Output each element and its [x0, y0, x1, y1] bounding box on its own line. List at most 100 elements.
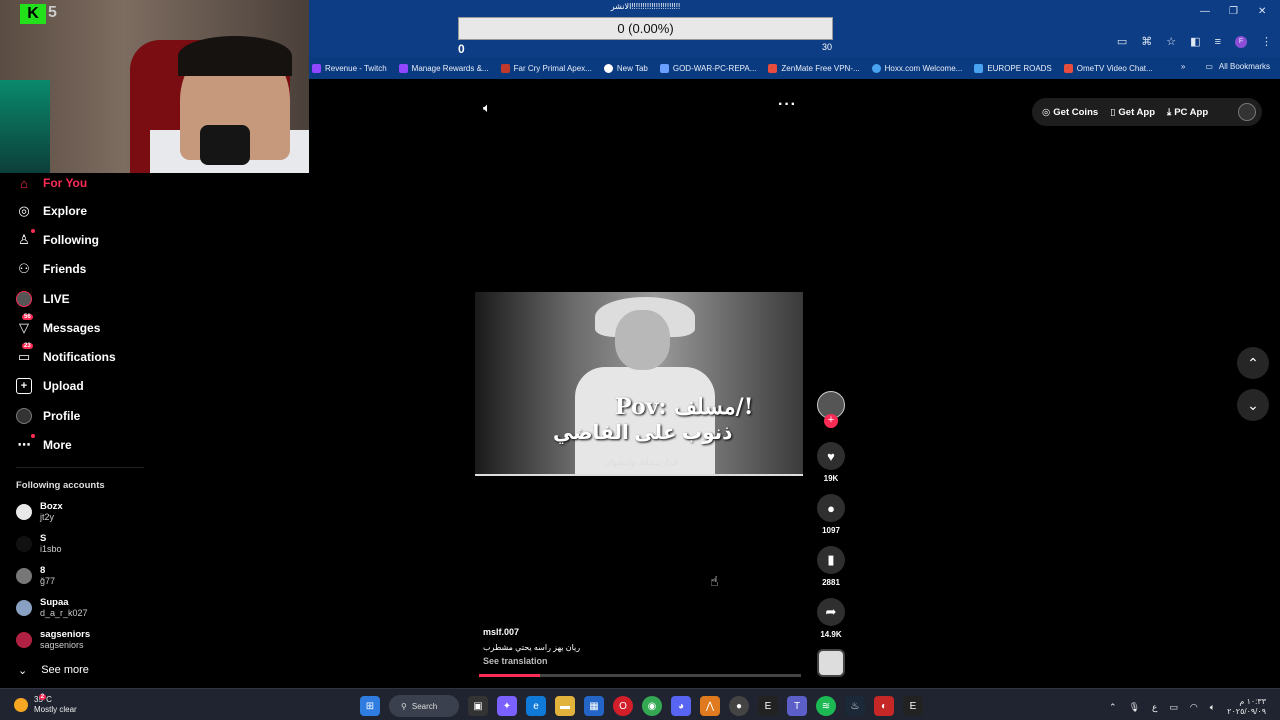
video-caption-small: الدار بيـمانك والنشوان [605, 458, 678, 467]
folder-icon: ▭ [1205, 62, 1213, 71]
cast-icon[interactable]: ▭ [1117, 35, 1127, 48]
next-video-button[interactable]: ⌄ [1237, 389, 1269, 421]
account-item[interactable]: Supaa d_a_r_k027 [16, 597, 88, 619]
language-indicator[interactable]: ع [1152, 702, 1157, 713]
account-name: Bozx [40, 501, 63, 512]
speaker-icon[interactable]: 🔈︎ [1210, 702, 1215, 713]
taskbar-apps: ⊞ ⚲ Search ▣ ✦ e ▬ ▦ O ◉ ◕ ⋀ ● E T ≋ ♨ ◐ … [360, 695, 923, 717]
epic-games-icon[interactable]: E [758, 696, 778, 716]
weather-widget[interactable]: 35°C Mostly clear 2 [14, 694, 90, 715]
video-caption-pov: Pov: مسلف/! [615, 394, 754, 420]
see-translation-link[interactable]: See translation [483, 656, 548, 666]
clock[interactable]: ١٠:٣٣ م ٢٠٢٥/٠٩/٠٩ [1227, 697, 1266, 717]
wifi-icon[interactable]: ◠ [1190, 702, 1198, 713]
save-button[interactable]: ▮ 2881 [816, 546, 846, 587]
kebab-menu-icon[interactable]: ⋮ [1261, 35, 1272, 48]
spotify-icon[interactable]: ≋ [816, 696, 836, 716]
app-icon[interactable]: ⋀ [700, 696, 720, 716]
all-bookmarks-link[interactable]: All Bookmarks [1219, 62, 1270, 71]
share-count: 14.9K [820, 630, 842, 639]
chrome-icon[interactable]: ◉ [642, 696, 662, 716]
opera-icon[interactable]: O [613, 696, 633, 716]
get-coins-button[interactable]: ◎ Get Coins [1042, 107, 1098, 118]
media-icon[interactable]: ≡ [1215, 36, 1221, 48]
bookmark-2[interactable]: Far Cry Primal Apex... [500, 63, 592, 73]
extensions-icon[interactable]: ◧ [1190, 35, 1200, 48]
get-app-button[interactable]: ▯ Get App [1110, 107, 1155, 118]
sidebar-item-upload[interactable]: + Upload [16, 378, 84, 394]
see-more-button[interactable]: ⌄ See more [18, 664, 89, 677]
steam-icon[interactable]: ♨ [845, 696, 865, 716]
store-icon[interactable]: ▦ [584, 696, 604, 716]
account-item[interactable]: 8 ğ77 [16, 565, 55, 587]
sidebar-item-notifications[interactable]: ▭ 23 Notifications [16, 343, 116, 365]
hand-cursor-icon: ☝ [710, 573, 719, 589]
volume-icon[interactable]: 🔈︎ [483, 100, 491, 116]
sidebar-item-live[interactable]: LIVE [16, 291, 70, 307]
taskbar-search[interactable]: ⚲ Search [389, 695, 459, 717]
bookmark-6[interactable]: Hoxx.com Welcome... [871, 63, 962, 73]
sidebar-item-more[interactable]: ⋯ More [16, 434, 72, 453]
profile-avatar-icon[interactable]: F [1235, 35, 1247, 48]
start-icon[interactable]: ⊞ [360, 696, 380, 716]
edge-icon[interactable]: e [526, 696, 546, 716]
translate-icon[interactable]: ⌘ [1141, 35, 1152, 48]
follow-plus-icon[interactable]: + [824, 414, 838, 428]
like-button[interactable]: ♥ 19K [816, 442, 846, 483]
video-options-icon[interactable]: ··· [778, 96, 797, 114]
sidebar-item-label: Messages [43, 321, 101, 335]
music-disc-icon[interactable] [817, 649, 845, 677]
pc-app-button[interactable]: ⤓ PC App [1167, 107, 1208, 118]
sidebar-item-label: Explore [43, 204, 88, 218]
restore-icon[interactable]: ❐ [1229, 6, 1238, 17]
epic-launcher-icon[interactable]: E [903, 696, 923, 716]
minimize-icon[interactable]: — [1200, 6, 1210, 17]
bookmark-3[interactable]: New Tab [603, 63, 648, 73]
teams-icon[interactable]: T [787, 696, 807, 716]
account-item[interactable]: Bozx jt2y [16, 501, 63, 523]
bookmark-8[interactable]: OmeTV Video Chat... [1063, 63, 1153, 73]
chevron-double-right-icon[interactable]: » [1181, 62, 1185, 71]
file-explorer-icon[interactable]: ▬ [555, 696, 575, 716]
bookmark-7[interactable]: EUROPE ROADS [974, 63, 1052, 73]
bookmark-4[interactable]: GOD-WAR-PC-REPA... [659, 63, 756, 73]
video-description: ريان يهز راسه يحتي مشطرب [483, 643, 581, 652]
discord-icon[interactable]: ◕ [671, 696, 691, 716]
microphone-icon[interactable]: 🎙︎ [1129, 702, 1140, 713]
user-avatar[interactable] [1238, 103, 1256, 121]
bookmark-5[interactable]: ZenMate Free VPN-... [768, 63, 860, 73]
sidebar-item-profile[interactable]: Profile [16, 408, 80, 424]
copilot-icon[interactable]: ✦ [497, 696, 517, 716]
kick-count: 5 [48, 4, 57, 21]
account-item[interactable]: Si1sbo [16, 533, 62, 555]
star-icon[interactable]: ☆ [1166, 35, 1176, 48]
video-progress-bar[interactable] [479, 674, 801, 677]
tray-chevron-up-icon[interactable]: ⌃ [1109, 702, 1117, 713]
avatar [16, 600, 32, 616]
sidebar-item-following[interactable]: ♙ Following [16, 229, 99, 248]
close-icon[interactable]: ✕ [1258, 6, 1266, 17]
obs-icon[interactable]: ● [729, 696, 749, 716]
video-player[interactable]: Pov: مسلف/! ذنوب على الفاضي الدار بيـمان… [475, 292, 803, 476]
share-button[interactable]: ➦ 14.9K [816, 598, 846, 639]
monitor-icon[interactable]: ▭ [1169, 702, 1178, 713]
sidebar-item-explore[interactable]: ◎ Explore [16, 203, 87, 219]
sidebar-item-label: Notifications [43, 350, 116, 364]
sidebar-item-for-you[interactable]: ⌂ For You [16, 175, 87, 191]
bookmark-0[interactable]: Revenue - Twitch [312, 63, 387, 73]
comment-button[interactable]: ● 1097 [816, 494, 846, 535]
bookmark-favicon [659, 63, 669, 73]
video-author-username[interactable]: mslf.007 [483, 627, 519, 637]
new-dot [31, 434, 35, 438]
sidebar-item-label: More [43, 438, 72, 452]
webcam-overlay: K 5 [0, 0, 309, 173]
previous-video-button[interactable]: ⌃ [1237, 347, 1269, 379]
task-view-icon[interactable]: ▣ [468, 696, 488, 716]
ea-app-icon[interactable]: ◐ [874, 696, 894, 716]
bookmark-1[interactable]: Manage Rewards &... [398, 63, 489, 73]
following-icon: ♙ [16, 229, 35, 248]
sidebar-item-friends[interactable]: ⚇ Friends [16, 261, 86, 277]
comment-count: 1097 [822, 526, 840, 535]
sidebar-item-messages[interactable]: ▽ 56 Messages [16, 314, 101, 336]
account-item[interactable]: sagseniors sagseniors [16, 629, 90, 651]
